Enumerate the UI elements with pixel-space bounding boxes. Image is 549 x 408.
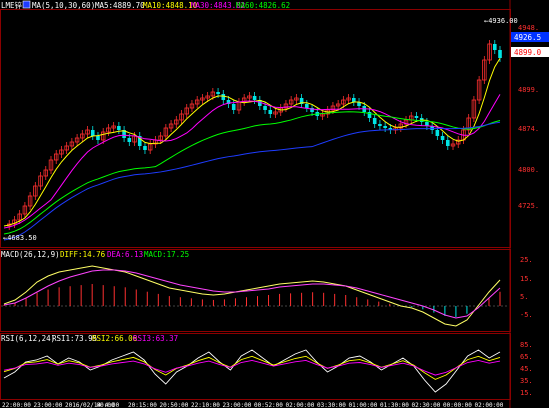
moving-average-lines [3, 58, 501, 241]
candle-body [492, 44, 497, 50]
ma10-line [3, 94, 501, 229]
price-axis-label: 4899. [518, 86, 539, 94]
time-axis-label: 02:00:00 [286, 402, 315, 408]
symbol-label: LME锌 [1, 0, 23, 10]
candle-body [383, 126, 387, 128]
rsi1-value: RSI1:73.95 [52, 334, 97, 343]
last-price-label: 4926.5 [514, 33, 541, 42]
candle-body [268, 110, 273, 114]
rsi-axis-label: 85. [520, 341, 533, 349]
rsi2-value: RSI2:66.06 [92, 334, 138, 343]
candle-body [231, 104, 236, 110]
candle-body [378, 124, 382, 126]
candle-body [117, 126, 121, 130]
rsi-indicator [3, 349, 501, 393]
price-axis-label: 4874. [518, 125, 539, 133]
ref-price-label: 4899.0 [514, 48, 542, 57]
time-axis-label: 00:00:00 [443, 402, 472, 408]
macd-indicator [1, 265, 509, 327]
ma10-value: MA10:4848.10 [143, 1, 198, 10]
candle-body [498, 50, 502, 58]
macd-diff-value: DIFF:14.76 [60, 250, 106, 259]
candle-body [263, 106, 267, 110]
time-axis-label: 20:15:00 [128, 402, 157, 408]
candle-body [96, 136, 100, 140]
candle-body [305, 104, 309, 108]
macd-axis-label: 15. [520, 275, 533, 283]
time-axis-label: 22:00:00 [2, 402, 31, 408]
time-axis: 22:00:00 23:00:00 2016/02/14 4:0000:00 20:1… [2, 402, 504, 408]
high-marker: ←4936.00 [484, 17, 518, 25]
candle-body [445, 140, 450, 146]
time-axis-label: 00:00 [97, 402, 115, 408]
candle-body [252, 96, 257, 100]
rsi3-value: RSI3:63.37 [133, 334, 178, 343]
rsi-axis-label: 35. [520, 377, 533, 385]
low-marker: ←4683.50 [3, 234, 37, 242]
rsi-axis-label: 45. [520, 365, 533, 373]
time-axis-label: 23:00:00 [34, 402, 63, 408]
price-axis-label: 4800. [518, 166, 539, 174]
macd-title: MACD(26,12,9) [1, 250, 60, 259]
ma30-line [3, 111, 501, 235]
rsi2-line [3, 355, 501, 380]
time-axis-label: 23:00:00 [223, 402, 252, 408]
macd-axis-label: 25. [520, 256, 533, 264]
ma60-value: MA60:4826.62 [236, 1, 290, 10]
time-axis-label: 01:30:00 [380, 402, 409, 408]
chart-stage: LME锌 MA(5,10,30,60) MA5:4889.70 MA10:484… [0, 0, 549, 408]
candle-body [372, 118, 377, 124]
time-axis-label: 01:00:00 [349, 402, 378, 408]
candle-body [221, 94, 226, 100]
ma-params-label: MA(5,10,30,60) [32, 1, 95, 10]
rsi-axis-label: 65. [520, 353, 533, 361]
candle-body [127, 138, 132, 142]
ma60-line [3, 121, 501, 241]
time-axis-label: 00:52:00 [254, 402, 283, 408]
price-axis-label: 4948. [518, 24, 539, 32]
ma5-value: MA5:4889.70 [95, 1, 145, 10]
macd-axis-label: 5. [520, 293, 528, 301]
candle-body [216, 92, 220, 94]
candle-body [435, 130, 440, 136]
candlestick-series [7, 40, 502, 230]
time-axis-label: 22:10:00 [191, 402, 220, 408]
macd-axis-label: -5. [520, 311, 533, 319]
candle-body [440, 136, 445, 140]
candle-body [143, 146, 147, 150]
candle-body [352, 98, 356, 102]
time-axis-label: 20:50:00 [160, 402, 189, 408]
ma-toggle-icon[interactable] [22, 0, 31, 9]
candle-body [414, 116, 419, 118]
macd-dea-line [3, 269, 501, 319]
candle-body [90, 130, 95, 136]
time-axis-label: 02:00:00 [475, 402, 504, 408]
rsi-panel-frame [0, 333, 511, 400]
rsi-title: RSI(6,12,24) [1, 334, 55, 343]
macd-value: MACD:17.25 [144, 250, 189, 259]
macd-dea-value: DEA:6.13 [107, 250, 143, 259]
time-axis-label: 02:30:00 [412, 402, 441, 408]
rsi-axis-label: 15. [520, 389, 533, 397]
price-axis-label: 4725. [518, 202, 539, 210]
time-axis-label: 03:30:00 [317, 402, 346, 408]
